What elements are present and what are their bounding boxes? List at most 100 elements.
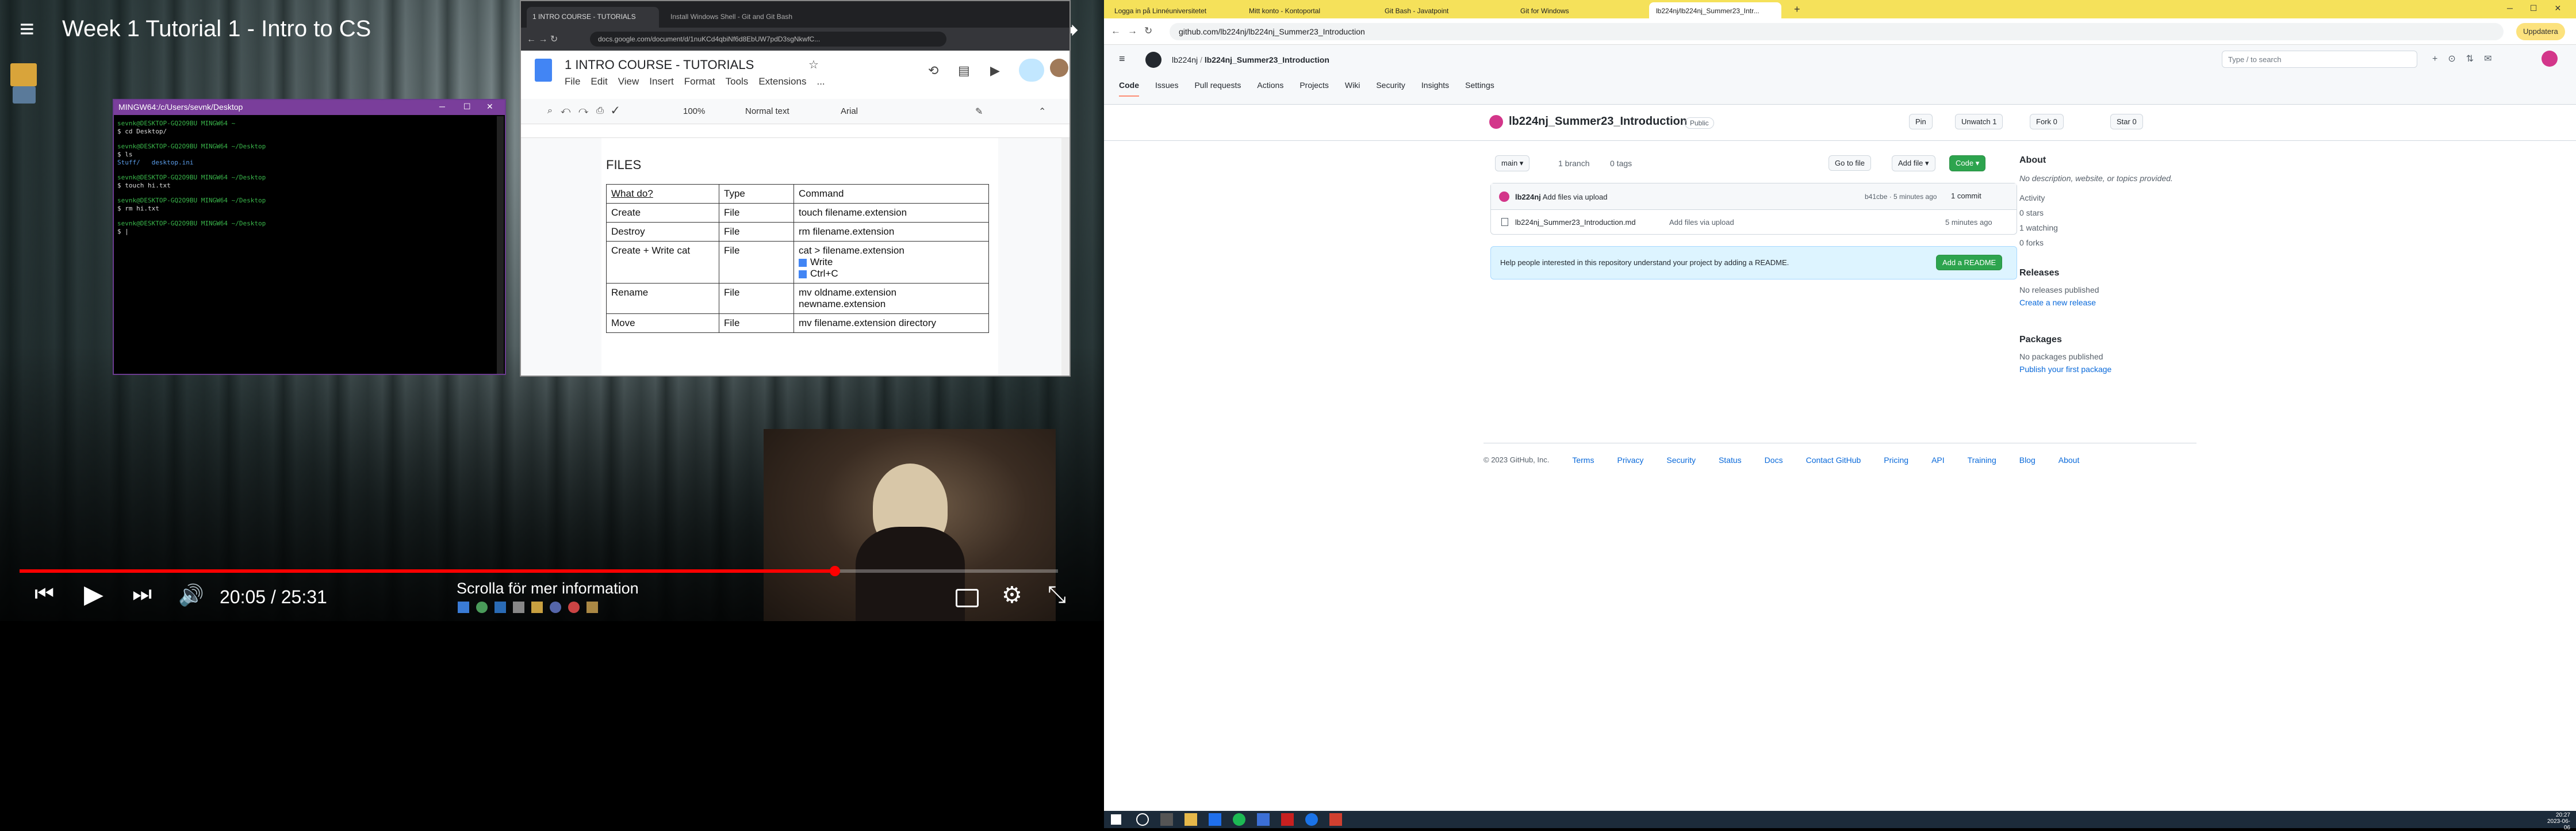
progress-scrubber[interactable]: [829, 566, 840, 576]
share-button[interactable]: [1019, 59, 1044, 82]
chevron-up-icon[interactable]: ⌃: [1038, 106, 1046, 117]
footer-link-blog[interactable]: Blog: [2019, 455, 2035, 465]
add-file-button[interactable]: Add file ▾: [1892, 155, 1935, 171]
maximize-icon[interactable]: ☐: [463, 102, 471, 112]
browser-tab[interactable]: Git Bash - Javatpoint: [1378, 2, 1510, 18]
commit-hash[interactable]: b41cbe: [1865, 193, 1887, 201]
play-icon[interactable]: ▶: [84, 580, 103, 609]
update-button[interactable]: Uppdatera: [2516, 23, 2565, 40]
avatar[interactable]: [1050, 59, 1068, 77]
footer-link-status[interactable]: Status: [1719, 455, 1742, 465]
star-icon[interactable]: ☆: [808, 58, 819, 72]
store-icon[interactable]: [1209, 813, 1221, 826]
fork-button[interactable]: Fork 0: [2030, 114, 2064, 129]
menu-view[interactable]: View: [618, 76, 639, 87]
github-logo-icon[interactable]: [1145, 52, 1162, 68]
minimize-icon[interactable]: ─: [439, 102, 445, 111]
history-icon[interactable]: ⟲: [928, 63, 938, 78]
watching-link[interactable]: 1 watching: [2019, 223, 2192, 232]
comment-icon[interactable]: ▤: [958, 63, 970, 78]
footer-link-terms[interactable]: Terms: [1572, 455, 1594, 465]
pin-button[interactable]: Pin: [1909, 114, 1933, 129]
tab-settings[interactable]: Settings: [1465, 81, 1494, 97]
tab-security[interactable]: Security: [1376, 81, 1405, 97]
footer-link-contact[interactable]: Contact GitHub: [1806, 455, 1861, 465]
previous-icon[interactable]: ⏮: [34, 582, 54, 607]
menu-edit[interactable]: Edit: [591, 76, 607, 87]
tab-actions[interactable]: Actions: [1257, 81, 1283, 97]
close-icon[interactable]: ✕: [486, 102, 493, 112]
tags-link[interactable]: 0 tags: [1610, 159, 1632, 168]
search-icon[interactable]: [1136, 813, 1149, 826]
menu-tools[interactable]: Tools: [726, 76, 749, 87]
file-commit-message[interactable]: Add files via upload: [1669, 218, 1734, 227]
breadcrumb-repo[interactable]: lb224nj_Summer23_Introduction: [1205, 55, 1329, 64]
browser-tab[interactable]: Logga in på Linnéuniversitetet: [1107, 2, 1240, 18]
docs-logo-icon[interactable]: [535, 59, 552, 82]
releases-title[interactable]: Releases: [2019, 268, 2192, 278]
meet-icon[interactable]: ▶: [990, 63, 1000, 78]
ruler[interactable]: [521, 124, 1070, 138]
document-canvas[interactable]: FILES What do? Type Command Create File …: [521, 124, 1070, 376]
menu-format[interactable]: Format: [684, 76, 715, 87]
docs-window[interactable]: 1 INTRO COURSE - TUTORIALS Install Windo…: [520, 0, 1071, 377]
go-to-file-button[interactable]: Go to file: [1828, 155, 1872, 171]
header-actions-icon[interactable]: +⊙⇅✉: [2432, 53, 2502, 64]
nav-buttons-icon[interactable]: ←→↻: [1111, 25, 1159, 37]
docs-url-field[interactable]: docs.google.com/document/d/1nuKCd4qbiNf6…: [590, 32, 946, 47]
menu-more[interactable]: ...: [816, 76, 825, 87]
terminal-output[interactable]: sevnk@DESKTOP-GQ2O9BU MINGW64 ~ $ cd Des…: [117, 120, 266, 236]
settings-gear-icon[interactable]: ⚙: [1002, 582, 1022, 608]
breadcrumb-owner[interactable]: lb224nj: [1172, 55, 1198, 64]
menu-insert[interactable]: Insert: [649, 76, 674, 87]
repo-avatar[interactable]: [1489, 115, 1503, 129]
docs-scrollbar[interactable]: [1061, 138, 1070, 376]
activity-link[interactable]: Activity: [2019, 193, 2192, 202]
nav-arrows-icon[interactable]: ← → ↻: [527, 33, 558, 45]
git-icon[interactable]: [1329, 813, 1342, 826]
footer-link-training[interactable]: Training: [1968, 455, 1996, 465]
footer-link-pricing[interactable]: Pricing: [1884, 455, 1908, 465]
menu-extensions[interactable]: Extensions: [758, 76, 806, 87]
document-page[interactable]: FILES What do? Type Command Create File …: [601, 138, 998, 376]
branches-link[interactable]: 1 branch: [1558, 159, 1589, 168]
footer-link-about[interactable]: About: [2058, 455, 2080, 465]
docs-tab[interactable]: Install Windows Shell - Git and Git Bash: [665, 7, 797, 28]
tab-wiki[interactable]: Wiki: [1345, 81, 1360, 97]
repo-title[interactable]: lb224nj_Summer23_Introduction: [1509, 115, 1687, 128]
unwatch-button[interactable]: Unwatch 1: [1955, 114, 2003, 129]
commit-message[interactable]: Add files via upload: [1543, 193, 1608, 201]
doc-title[interactable]: 1 INTRO COURSE - TUTORIALS: [565, 58, 754, 72]
edit-tools-icon[interactable]: ⌕↶↷⎙✓: [547, 106, 627, 116]
publish-package-link[interactable]: Publish your first package: [2019, 365, 2192, 374]
terminal-titlebar[interactable]: MINGW64:/c/Users/sevnk/Desktop ─ ☐ ✕: [114, 100, 505, 115]
browser-tab[interactable]: Mitt konto - Kontoportal: [1242, 2, 1374, 18]
footer-link-privacy[interactable]: Privacy: [1617, 455, 1643, 465]
browser-window[interactable]: Logga in på Linnéuniversitetet Mitt kont…: [1104, 0, 2576, 811]
tab-code[interactable]: Code: [1119, 81, 1139, 97]
stars-link[interactable]: 0 stars: [2019, 208, 2192, 217]
packages-title[interactable]: Packages: [2019, 335, 2192, 345]
progress-bar[interactable]: [20, 566, 1058, 576]
browser-tab-active[interactable]: lb224nj/lb224nj_Summer23_Intr...: [1649, 2, 1781, 18]
spotify-icon[interactable]: [1233, 813, 1245, 826]
footer-link-api[interactable]: API: [1931, 455, 1945, 465]
start-icon[interactable]: [1111, 814, 1121, 825]
forks-link[interactable]: 0 forks: [2019, 238, 2192, 247]
subtitles-icon[interactable]: [956, 589, 979, 607]
volume-icon[interactable]: 🔊: [178, 583, 204, 607]
window-controls-icon[interactable]: ─☐✕: [2507, 3, 2576, 13]
code-button[interactable]: Code ▾: [1949, 155, 1986, 171]
url-field[interactable]: github.com/lb224nj/lb224nj_Summer23_Intr…: [1170, 23, 2504, 40]
zoom-select[interactable]: 100%: [683, 106, 705, 116]
tab-projects[interactable]: Projects: [1300, 81, 1329, 97]
next-icon[interactable]: ⏭: [132, 582, 152, 607]
tab-issues[interactable]: Issues: [1155, 81, 1178, 97]
video-player[interactable]: ≡ Week 1 Tutorial 1 - Intro to CS ➦ MING…: [0, 0, 1104, 828]
hamburger-icon[interactable]: ≡: [1119, 53, 1125, 65]
docs-tab-active[interactable]: 1 INTRO COURSE - TUTORIALS: [527, 7, 659, 28]
browser-tab[interactable]: Git for Windows: [1513, 2, 1646, 18]
chrome-icon[interactable]: [1305, 813, 1318, 826]
pen-icon[interactable]: ✎: [975, 106, 983, 117]
app-icon[interactable]: [1281, 813, 1294, 826]
